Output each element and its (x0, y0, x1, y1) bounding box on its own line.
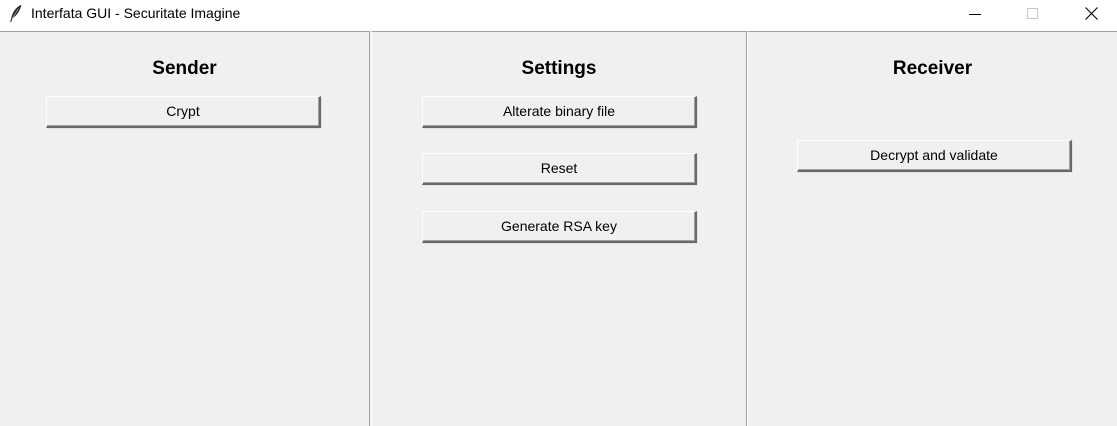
sender-panel: Sender Crypt (0, 31, 370, 426)
maximize-button[interactable] (1005, 0, 1061, 31)
crypt-button[interactable]: Crypt (46, 96, 321, 128)
settings-title: Settings (521, 58, 597, 79)
title-bar: Interfata GUI - Securitate Imagine (0, 0, 1117, 31)
receiver-panel: Receiver Decrypt and validate (747, 31, 1117, 426)
close-icon (1084, 6, 1098, 25)
reset-button[interactable]: Reset (422, 153, 697, 185)
alterate-binary-file-button[interactable]: Alterate binary file (422, 96, 697, 128)
minimize-button[interactable] (947, 0, 1003, 31)
generate-rsa-key-button[interactable]: Generate RSA key (422, 211, 697, 243)
feather-icon (9, 4, 23, 23)
settings-panel: Settings Alterate binary file Reset Gene… (371, 31, 747, 426)
maximize-icon (1027, 7, 1039, 25)
sender-title: Sender (152, 58, 217, 79)
minimize-icon (969, 7, 981, 25)
decrypt-and-validate-button[interactable]: Decrypt and validate (797, 140, 1072, 172)
window-title: Interfata GUI - Securitate Imagine (31, 5, 241, 21)
receiver-title: Receiver (892, 58, 973, 79)
close-button[interactable] (1063, 0, 1117, 31)
